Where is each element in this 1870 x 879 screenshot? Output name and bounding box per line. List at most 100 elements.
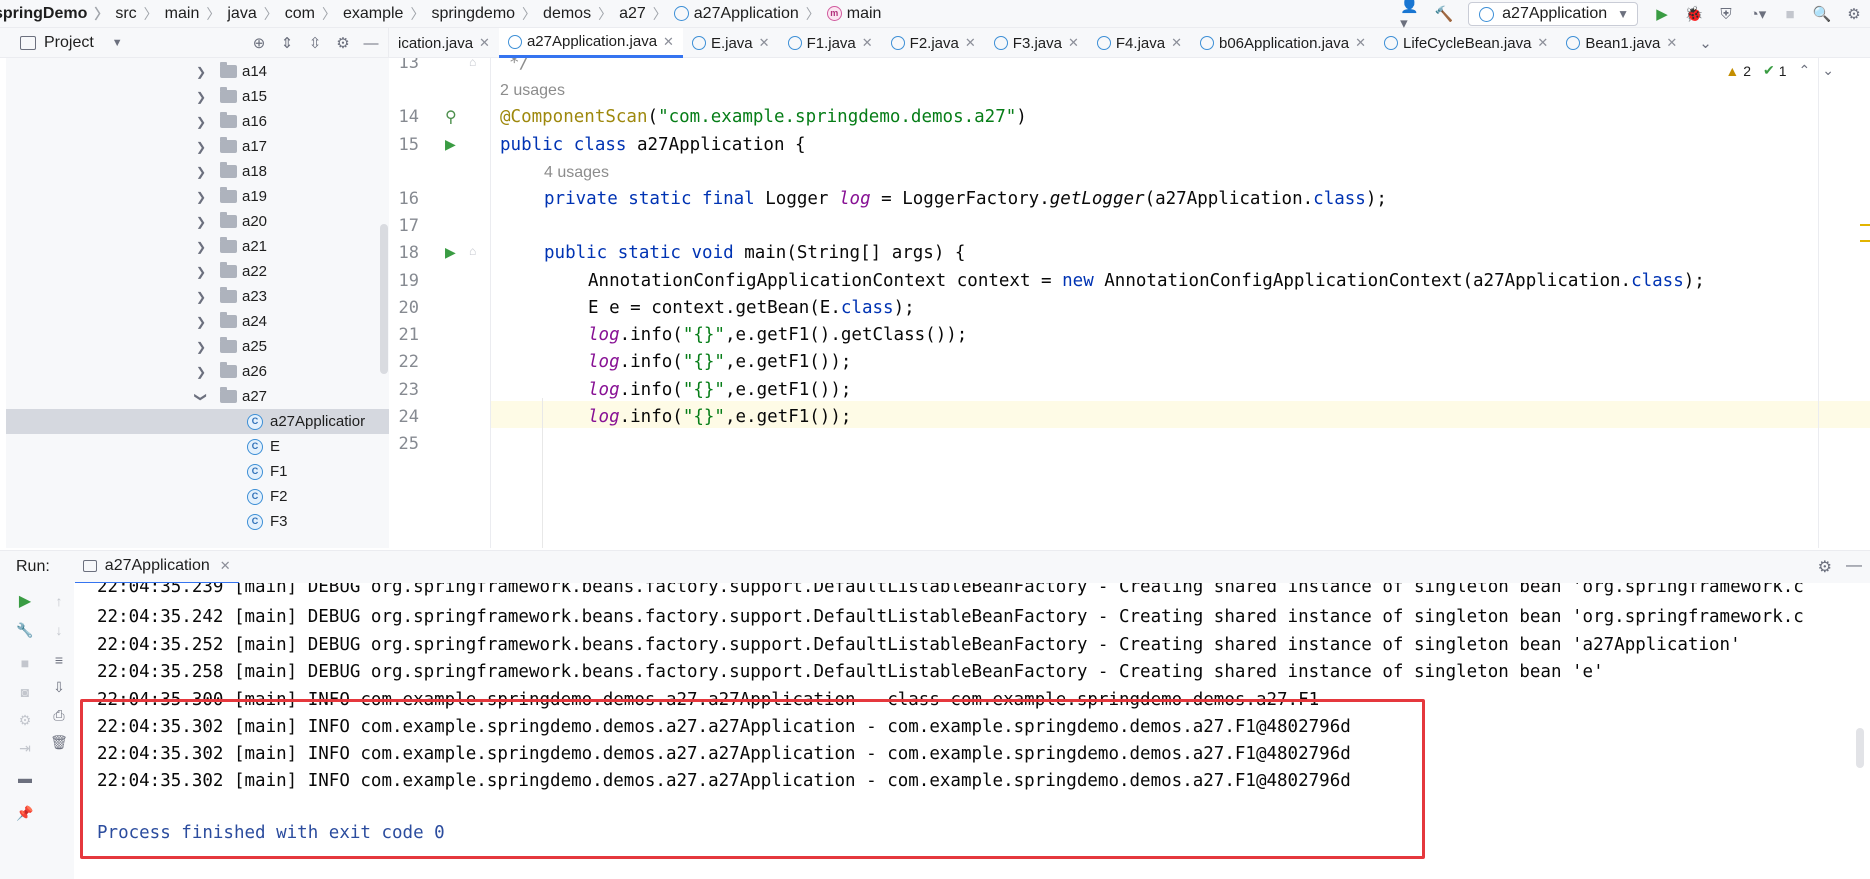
profile-icon[interactable]: ◔▾ — [1746, 2, 1770, 26]
tree-folder-a20[interactable]: ❯ a20 — [6, 209, 389, 234]
tab-f4-java[interactable]: F4.java ✕ — [1088, 28, 1191, 58]
close-icon[interactable]: ✕ — [1666, 35, 1677, 51]
tree-folder-a16[interactable]: ❯ a16 — [6, 109, 389, 134]
user-icon[interactable]: 👤▾ — [1400, 0, 1424, 32]
usages-hint[interactable]: 4 usages — [544, 164, 609, 182]
tab-b06application-java[interactable]: b06Application.java ✕ — [1191, 28, 1375, 58]
tab-f2-java[interactable]: F2.java ✕ — [882, 28, 985, 58]
chevron-up-icon[interactable]: ⌃ — [1799, 62, 1811, 79]
tree-folder-a27[interactable]: ❯ a27 — [6, 384, 389, 409]
chevron-right-icon[interactable]: ❯ — [196, 265, 206, 279]
chevron-down-icon[interactable]: ❯ — [194, 391, 208, 401]
rerun-icon[interactable]: ▶ — [14, 590, 36, 612]
tree-file-f1[interactable]: C F1 — [6, 459, 389, 484]
run-icon[interactable]: ▶ — [1650, 2, 1674, 26]
coverage-icon[interactable]: ⛨ — [1714, 2, 1738, 26]
fold-icon[interactable]: ⌂ — [469, 244, 476, 258]
gear-icon[interactable]: ⚙ — [332, 32, 354, 54]
spring-bean-icon[interactable]: ⚲ — [445, 107, 457, 127]
chevron-right-icon[interactable]: ❯ — [196, 90, 206, 104]
chevron-right-icon[interactable]: ❯ — [196, 190, 206, 204]
close-icon[interactable]: ✕ — [1171, 35, 1182, 51]
exit-icon[interactable]: ⇥ — [14, 737, 36, 759]
breadcrumb-item-springdemo[interactable]: springdemo 〉 — [431, 4, 543, 24]
tab-lifecyclebean-java[interactable]: LifeCycleBean.java ✕ — [1375, 28, 1557, 58]
usages-hint[interactable]: 2 usages — [500, 82, 565, 100]
breadcrumb-item-class[interactable]: a27Application 〉 — [673, 4, 827, 24]
tree-scrollbar[interactable] — [380, 224, 388, 374]
pin-icon[interactable]: 📌 — [14, 802, 36, 824]
close-icon[interactable]: ✕ — [663, 34, 674, 50]
tree-folder-a18[interactable]: ❯ a18 — [6, 159, 389, 184]
arrow-down-icon[interactable]: ↓ — [48, 619, 70, 641]
scroll-to-end-icon[interactable]: ⇩ — [48, 676, 70, 698]
tree-file-a27application[interactable]: Ca27Applicatior — [6, 409, 389, 434]
arrow-up-icon[interactable]: ↑ — [48, 590, 70, 612]
stop-icon[interactable]: ■ — [1778, 2, 1802, 26]
tree-folder-a25[interactable]: ❯ a25 — [6, 334, 389, 359]
tab-f1-java[interactable]: F1.java ✕ — [779, 28, 882, 58]
run-gutter-icon[interactable]: ▶ — [445, 244, 456, 261]
stop-icon[interactable]: ■ — [14, 652, 36, 674]
breadcrumb-item-main[interactable]: main 〉 — [165, 4, 228, 24]
tree-folder-a23[interactable]: ❯ a23 — [6, 284, 389, 309]
scrollbar-marker[interactable] — [1860, 224, 1870, 226]
breadcrumb-item-java[interactable]: java 〉 — [227, 4, 284, 24]
gear-icon[interactable]: ⚙ — [1818, 557, 1832, 577]
breadcrumb-item-com[interactable]: com 〉 — [285, 4, 343, 24]
chevron-right-icon[interactable]: ❯ — [196, 240, 206, 254]
chevron-down-icon[interactable]: ⌄ — [1822, 62, 1834, 79]
inspection-widget[interactable]: ▲ 2 ✔ 1 ⌃ ⌄ — [1725, 62, 1834, 79]
breadcrumb-item-demos[interactable]: demos 〉 — [543, 4, 619, 24]
tree-file-f2[interactable]: C F2 — [6, 484, 389, 509]
fold-icon[interactable]: ⌂ — [469, 58, 476, 69]
search-icon[interactable]: 🔍 — [1810, 2, 1834, 26]
chevron-right-icon[interactable]: ❯ — [196, 365, 206, 379]
tab-bean1-java[interactable]: Bean1.java ✕ — [1557, 28, 1686, 58]
close-icon[interactable]: ✕ — [759, 35, 770, 51]
tree-folder-a19[interactable]: ❯ a19 — [6, 184, 389, 209]
close-icon[interactable]: ✕ — [479, 35, 490, 51]
close-icon[interactable]: ✕ — [1068, 35, 1079, 51]
hammer-icon[interactable]: 🔨 — [1432, 2, 1456, 26]
close-icon[interactable]: ✕ — [965, 35, 976, 51]
chevron-right-icon[interactable]: ❯ — [196, 115, 206, 129]
close-icon[interactable]: ✕ — [1537, 35, 1548, 51]
tab-f3-java[interactable]: F3.java ✕ — [985, 28, 1088, 58]
settings-icon[interactable]: ⚙ — [1842, 2, 1866, 26]
run-tab-a27application[interactable]: a27Application ✕ — [74, 551, 239, 584]
collapse-all-icon[interactable]: ⇳ — [304, 32, 326, 54]
tree-folder-a22[interactable]: ❯ a22 — [6, 259, 389, 284]
tree-folder-a21[interactable]: ❯ a21 — [6, 234, 389, 259]
breadcrumb-item-project[interactable]: springDemo 〉 — [0, 4, 115, 24]
chevron-right-icon[interactable]: ❯ — [196, 340, 206, 354]
chevron-right-icon[interactable]: ❯ — [196, 290, 206, 304]
more-tabs-chevron-icon[interactable]: ⌄ — [1690, 28, 1721, 58]
close-icon[interactable]: ✕ — [220, 558, 231, 574]
tree-folder-a24[interactable]: ❯ a24 — [6, 309, 389, 334]
chevron-down-icon[interactable]: ▼ — [112, 37, 123, 49]
camera-icon[interactable]: ◙ — [14, 681, 36, 703]
tree-folder-a17[interactable]: ❯ a17 — [6, 134, 389, 159]
tree-folder-a26[interactable]: ❯ a26 — [6, 359, 389, 384]
breadcrumb-item-a27[interactable]: a27 〉 — [619, 4, 674, 24]
project-panel-title[interactable]: Project — [44, 34, 94, 52]
layout-icon[interactable]: ▬ — [14, 767, 36, 789]
debug-icon[interactable]: 🐞 — [1682, 2, 1706, 26]
close-icon[interactable]: ✕ — [1355, 35, 1366, 51]
locate-icon[interactable]: ⊕ — [248, 32, 270, 54]
tree-file-e[interactable]: CE — [6, 434, 389, 459]
breadcrumb-item-src[interactable]: src 〉 — [115, 4, 164, 24]
chevron-right-icon[interactable]: ❯ — [196, 165, 206, 179]
soft-wrap-icon[interactable]: ≡ — [48, 649, 70, 671]
code-editor[interactable]: 13 14 15 16 17 18 19 20 21 22 23 24 25 ⚲… — [389, 58, 1870, 548]
tree-folder-a14[interactable]: ❯ a14 — [6, 59, 389, 84]
print-icon[interactable]: ⎙ — [48, 704, 70, 726]
settings-disabled-icon[interactable]: ⚙ — [14, 709, 36, 731]
run-console[interactable]: 22:04:35.239 [main] DEBUG org.springfram… — [74, 583, 1870, 879]
chevron-right-icon[interactable]: ❯ — [196, 65, 206, 79]
breadcrumb-item-method[interactable]: m main — [826, 5, 881, 23]
minimize-icon[interactable]: — — [1846, 557, 1862, 577]
chevron-right-icon[interactable]: ❯ — [196, 315, 206, 329]
tree-file-f3[interactable]: C F3 — [6, 509, 389, 534]
